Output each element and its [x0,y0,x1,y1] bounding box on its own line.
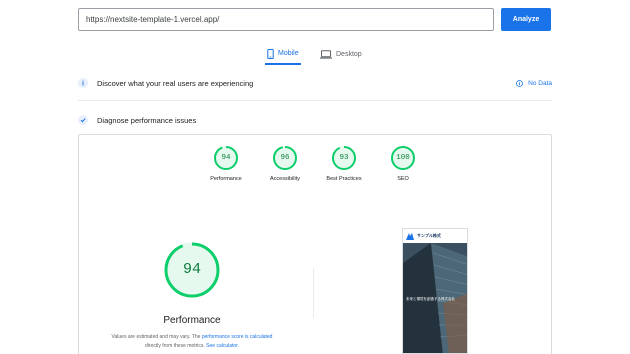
info-icon [78,78,88,88]
performance-title: Performance [163,315,221,326]
note-text-2: directly from these metrics. [145,343,205,349]
score-label: Best Practices [326,176,362,182]
diagnose-row[interactable]: Diagnose performance issues [78,113,552,127]
no-data-label: No Data [528,79,552,87]
tab-desktop[interactable]: Desktop [320,44,362,65]
no-data-status: No Data [516,76,552,90]
device-tabs: Mobile Desktop [0,44,630,66]
checklist-icon [78,115,88,125]
vertical-divider [313,268,314,318]
diagnose-heading: Diagnose performance issues [97,115,197,125]
info-outline-icon [516,79,524,87]
preview-caption: 未来と環境を創造する株式会社 [406,297,455,301]
calculator-link[interactable]: See calculator. [206,343,239,349]
section-divider [78,100,552,101]
performance-note: Values are estimated and may vary. The p… [84,333,300,351]
score-label: SEO [397,176,409,182]
mobile-icon [267,48,274,59]
field-data-heading: Discover what your real users are experi… [97,78,254,88]
page-screenshot: サンプル株式 未来と環境を創造する株式会社 [402,228,468,354]
brand-logo-icon [406,232,414,240]
score-value: 96 [280,154,290,162]
tab-mobile-label: Mobile [278,50,299,57]
score-value: 94 [221,154,231,162]
score-calculated-link[interactable]: performance score is calculated [202,334,273,340]
score-label: Accessibility [270,176,300,182]
performance-score-value: 94 [182,261,201,278]
preview-brand: サンプル株式 [417,233,441,238]
tab-mobile[interactable]: Mobile [265,44,301,65]
score-label: Performance [210,176,242,182]
laptop-icon [320,50,332,59]
score-value: 93 [339,154,349,162]
tab-desktop-label: Desktop [336,51,362,58]
note-text: Values are estimated and may vary. The [111,334,201,340]
field-data-row[interactable]: Discover what your real users are experi… [78,76,552,90]
analyze-button[interactable]: Analyze [501,8,551,31]
score-value: 100 [396,154,410,162]
preview-header: サンプル株式 [403,229,467,243]
url-input[interactable] [78,8,494,31]
